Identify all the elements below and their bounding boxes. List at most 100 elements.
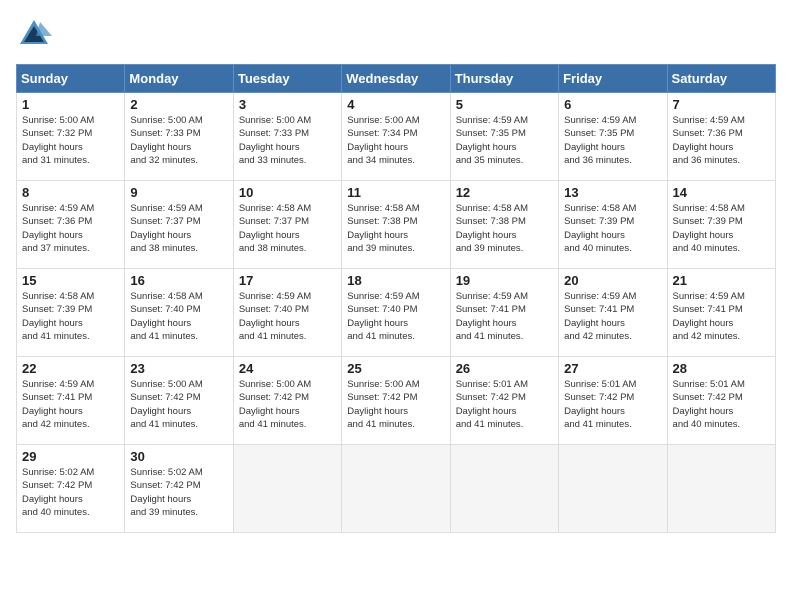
calendar-cell: 13 Sunrise: 4:58 AM Sunset: 7:39 PM Dayl… <box>559 181 667 269</box>
day-number: 7 <box>673 97 770 112</box>
day-number: 3 <box>239 97 336 112</box>
calendar-cell: 15 Sunrise: 4:58 AM Sunset: 7:39 PM Dayl… <box>17 269 125 357</box>
day-info: Sunrise: 5:00 AM Sunset: 7:32 PM Dayligh… <box>22 114 119 167</box>
day-number: 26 <box>456 361 553 376</box>
calendar-cell: 1 Sunrise: 5:00 AM Sunset: 7:32 PM Dayli… <box>17 93 125 181</box>
calendar-cell <box>450 445 558 533</box>
day-info: Sunrise: 4:59 AM Sunset: 7:40 PM Dayligh… <box>239 290 336 343</box>
logo <box>16 16 58 52</box>
calendar-cell <box>342 445 450 533</box>
header-wednesday: Wednesday <box>342 65 450 93</box>
calendar-cell: 20 Sunrise: 4:59 AM Sunset: 7:41 PM Dayl… <box>559 269 667 357</box>
calendar-cell: 25 Sunrise: 5:00 AM Sunset: 7:42 PM Dayl… <box>342 357 450 445</box>
calendar-cell: 27 Sunrise: 5:01 AM Sunset: 7:42 PM Dayl… <box>559 357 667 445</box>
day-info: Sunrise: 5:00 AM Sunset: 7:42 PM Dayligh… <box>130 378 227 431</box>
day-info: Sunrise: 5:02 AM Sunset: 7:42 PM Dayligh… <box>130 466 227 519</box>
calendar-week-5: 29 Sunrise: 5:02 AM Sunset: 7:42 PM Dayl… <box>17 445 776 533</box>
day-number: 22 <box>22 361 119 376</box>
day-info: Sunrise: 5:00 AM Sunset: 7:33 PM Dayligh… <box>239 114 336 167</box>
calendar-cell: 4 Sunrise: 5:00 AM Sunset: 7:34 PM Dayli… <box>342 93 450 181</box>
day-info: Sunrise: 4:59 AM Sunset: 7:35 PM Dayligh… <box>456 114 553 167</box>
day-info: Sunrise: 5:00 AM Sunset: 7:34 PM Dayligh… <box>347 114 444 167</box>
day-info: Sunrise: 4:58 AM Sunset: 7:40 PM Dayligh… <box>130 290 227 343</box>
calendar-cell: 19 Sunrise: 4:59 AM Sunset: 7:41 PM Dayl… <box>450 269 558 357</box>
calendar-cell <box>667 445 775 533</box>
header-monday: Monday <box>125 65 233 93</box>
logo-icon <box>16 16 52 52</box>
day-number: 27 <box>564 361 661 376</box>
day-number: 5 <box>456 97 553 112</box>
day-number: 17 <box>239 273 336 288</box>
calendar-cell: 22 Sunrise: 4:59 AM Sunset: 7:41 PM Dayl… <box>17 357 125 445</box>
calendar-cell: 8 Sunrise: 4:59 AM Sunset: 7:36 PM Dayli… <box>17 181 125 269</box>
day-info: Sunrise: 4:59 AM Sunset: 7:37 PM Dayligh… <box>130 202 227 255</box>
day-number: 13 <box>564 185 661 200</box>
calendar-cell: 28 Sunrise: 5:01 AM Sunset: 7:42 PM Dayl… <box>667 357 775 445</box>
day-info: Sunrise: 4:58 AM Sunset: 7:37 PM Dayligh… <box>239 202 336 255</box>
header <box>16 16 776 52</box>
header-thursday: Thursday <box>450 65 558 93</box>
calendar-cell <box>233 445 341 533</box>
calendar-week-4: 22 Sunrise: 4:59 AM Sunset: 7:41 PM Dayl… <box>17 357 776 445</box>
calendar-cell: 23 Sunrise: 5:00 AM Sunset: 7:42 PM Dayl… <box>125 357 233 445</box>
day-info: Sunrise: 4:59 AM Sunset: 7:40 PM Dayligh… <box>347 290 444 343</box>
header-sunday: Sunday <box>17 65 125 93</box>
calendar-cell: 9 Sunrise: 4:59 AM Sunset: 7:37 PM Dayli… <box>125 181 233 269</box>
calendar-cell: 21 Sunrise: 4:59 AM Sunset: 7:41 PM Dayl… <box>667 269 775 357</box>
day-number: 23 <box>130 361 227 376</box>
calendar-cell <box>559 445 667 533</box>
day-info: Sunrise: 4:59 AM Sunset: 7:41 PM Dayligh… <box>456 290 553 343</box>
day-info: Sunrise: 4:58 AM Sunset: 7:38 PM Dayligh… <box>347 202 444 255</box>
day-number: 28 <box>673 361 770 376</box>
calendar-week-3: 15 Sunrise: 4:58 AM Sunset: 7:39 PM Dayl… <box>17 269 776 357</box>
calendar-cell: 11 Sunrise: 4:58 AM Sunset: 7:38 PM Dayl… <box>342 181 450 269</box>
calendar-cell: 17 Sunrise: 4:59 AM Sunset: 7:40 PM Dayl… <box>233 269 341 357</box>
calendar-cell: 24 Sunrise: 5:00 AM Sunset: 7:42 PM Dayl… <box>233 357 341 445</box>
day-number: 10 <box>239 185 336 200</box>
header-friday: Friday <box>559 65 667 93</box>
day-number: 19 <box>456 273 553 288</box>
day-number: 16 <box>130 273 227 288</box>
day-number: 12 <box>456 185 553 200</box>
calendar-cell: 7 Sunrise: 4:59 AM Sunset: 7:36 PM Dayli… <box>667 93 775 181</box>
day-info: Sunrise: 4:59 AM Sunset: 7:41 PM Dayligh… <box>673 290 770 343</box>
calendar-cell: 2 Sunrise: 5:00 AM Sunset: 7:33 PM Dayli… <box>125 93 233 181</box>
calendar: SundayMondayTuesdayWednesdayThursdayFrid… <box>16 64 776 533</box>
calendar-cell: 26 Sunrise: 5:01 AM Sunset: 7:42 PM Dayl… <box>450 357 558 445</box>
day-info: Sunrise: 4:58 AM Sunset: 7:39 PM Dayligh… <box>564 202 661 255</box>
calendar-cell: 3 Sunrise: 5:00 AM Sunset: 7:33 PM Dayli… <box>233 93 341 181</box>
calendar-cell: 6 Sunrise: 4:59 AM Sunset: 7:35 PM Dayli… <box>559 93 667 181</box>
calendar-header-row: SundayMondayTuesdayWednesdayThursdayFrid… <box>17 65 776 93</box>
day-number: 11 <box>347 185 444 200</box>
day-number: 30 <box>130 449 227 464</box>
day-info: Sunrise: 5:01 AM Sunset: 7:42 PM Dayligh… <box>456 378 553 431</box>
day-info: Sunrise: 5:00 AM Sunset: 7:42 PM Dayligh… <box>239 378 336 431</box>
calendar-cell: 5 Sunrise: 4:59 AM Sunset: 7:35 PM Dayli… <box>450 93 558 181</box>
day-number: 8 <box>22 185 119 200</box>
day-info: Sunrise: 4:59 AM Sunset: 7:36 PM Dayligh… <box>22 202 119 255</box>
header-saturday: Saturday <box>667 65 775 93</box>
day-info: Sunrise: 4:59 AM Sunset: 7:41 PM Dayligh… <box>22 378 119 431</box>
day-number: 14 <box>673 185 770 200</box>
day-info: Sunrise: 4:59 AM Sunset: 7:35 PM Dayligh… <box>564 114 661 167</box>
day-info: Sunrise: 5:00 AM Sunset: 7:42 PM Dayligh… <box>347 378 444 431</box>
calendar-cell: 14 Sunrise: 4:58 AM Sunset: 7:39 PM Dayl… <box>667 181 775 269</box>
calendar-cell: 12 Sunrise: 4:58 AM Sunset: 7:38 PM Dayl… <box>450 181 558 269</box>
day-number: 20 <box>564 273 661 288</box>
calendar-cell: 18 Sunrise: 4:59 AM Sunset: 7:40 PM Dayl… <box>342 269 450 357</box>
calendar-cell: 29 Sunrise: 5:02 AM Sunset: 7:42 PM Dayl… <box>17 445 125 533</box>
day-number: 4 <box>347 97 444 112</box>
day-number: 2 <box>130 97 227 112</box>
calendar-week-1: 1 Sunrise: 5:00 AM Sunset: 7:32 PM Dayli… <box>17 93 776 181</box>
day-info: Sunrise: 4:58 AM Sunset: 7:39 PM Dayligh… <box>22 290 119 343</box>
day-info: Sunrise: 4:58 AM Sunset: 7:38 PM Dayligh… <box>456 202 553 255</box>
header-tuesday: Tuesday <box>233 65 341 93</box>
day-number: 24 <box>239 361 336 376</box>
day-info: Sunrise: 5:02 AM Sunset: 7:42 PM Dayligh… <box>22 466 119 519</box>
day-number: 18 <box>347 273 444 288</box>
day-info: Sunrise: 5:01 AM Sunset: 7:42 PM Dayligh… <box>564 378 661 431</box>
day-number: 15 <box>22 273 119 288</box>
day-number: 21 <box>673 273 770 288</box>
calendar-cell: 10 Sunrise: 4:58 AM Sunset: 7:37 PM Dayl… <box>233 181 341 269</box>
day-number: 29 <box>22 449 119 464</box>
